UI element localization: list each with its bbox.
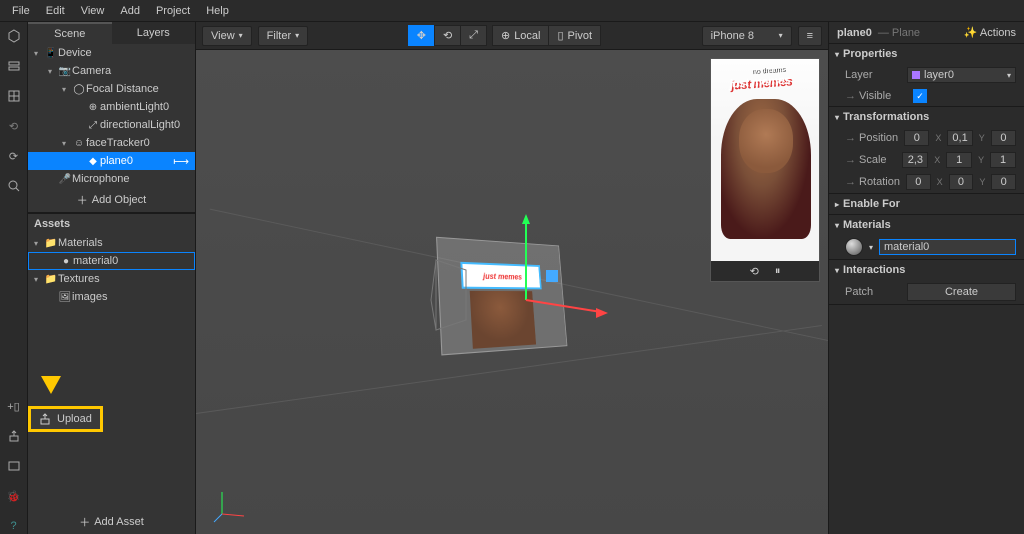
menubar: File Edit View Add Project Help [0,0,1024,22]
tree-row-ambientLight0[interactable]: ⊕ambientLight0 [28,98,195,116]
rotate-tool[interactable]: ⟲ [434,25,461,46]
inspector: plane0 — Plane ✨ Actions ▾Properties Lay… [828,22,1024,534]
viewport: View ▾ Filter ▾ ✥ ⟲ ⤢ ⊕ Local ▯ Pivot iP… [196,22,828,534]
tree-row-material0[interactable]: ●material0 [28,252,195,270]
tree-row-images[interactable]: 🖼images [28,288,195,306]
position-label: Position [859,132,898,144]
tab-layers[interactable]: Layers [112,22,196,44]
tutorial-arrow-icon [36,346,66,396]
cube-icon[interactable] [6,28,22,44]
rotation-y[interactable]: 0 [949,174,974,190]
rotation-z[interactable]: 0 [991,174,1016,190]
preview-refresh-icon[interactable]: ⟲ [750,265,759,278]
menu-help[interactable]: Help [198,5,237,17]
layer-label: Layer [845,69,901,81]
assets-header: Assets [28,213,195,234]
rotation-x[interactable]: 0 [906,174,931,190]
tree-row-plane0[interactable]: ◆plane0⟼ [28,152,195,170]
menu-add[interactable]: Add [112,5,148,17]
device-selector[interactable]: iPhone 8 ▾ [702,26,792,46]
axis-indicator-icon [212,484,252,524]
layer-dropdown[interactable]: layer0▾ [907,67,1016,83]
position-z[interactable]: 0 [991,130,1016,146]
move-tool[interactable]: ✥ [408,25,435,46]
left-sidebar: Scene Layers ▾📱Device▾📷Camera▾◯Focal Dis… [28,22,196,534]
refresh-icon[interactable]: ⟳ [6,148,22,164]
properties-header[interactable]: Properties [843,48,897,60]
menu-file[interactable]: File [4,5,38,17]
scene-tree: ▾📱Device▾📷Camera▾◯Focal Distance⊕ambient… [28,44,195,188]
visible-label: Visible [859,90,907,102]
tree-row-Materials[interactable]: ▾📁Materials [28,234,195,252]
viewport-menu[interactable]: ≡ [798,26,822,46]
transform-gizmo[interactable] [496,200,616,340]
material-sphere-icon [845,238,863,256]
phone-preview: no dreams just memes ⟲ ⏸ [710,58,820,282]
menu-view[interactable]: View [73,5,113,17]
preview-pause-icon[interactable]: ⏸ [775,265,781,278]
inspector-object-type: — Plane [878,27,920,39]
tree-row-Device[interactable]: ▾📱Device [28,44,195,62]
position-y[interactable]: 0,1 [947,130,972,146]
scale-z[interactable]: 1 [990,152,1016,168]
scale-label: Scale [859,154,896,166]
tree-row-Microphone[interactable]: 🎤Microphone [28,170,195,188]
upload-icon[interactable] [6,428,22,444]
add-object-button[interactable]: ＋ Add Object [28,188,195,212]
enable-for-header[interactable]: Enable For [843,198,900,210]
local-toggle[interactable]: ⊕ Local [492,25,550,46]
viewport-canvas[interactable]: just memes [196,50,828,534]
viewport-toolbar: View ▾ Filter ▾ ✥ ⟲ ⤢ ⊕ Local ▯ Pivot iP… [196,22,828,50]
camera-icon[interactable]: ⟲ [6,118,22,134]
menu-edit[interactable]: Edit [38,5,73,17]
pivot-toggle[interactable]: ▯ Pivot [548,25,601,46]
layers-icon[interactable] [6,58,22,74]
tool-rail: ⟲ ⟳ +▯ 🐞 ? [0,22,28,534]
add-asset-button[interactable]: ＋ Add Asset [28,510,195,534]
tree-row-directionalLight0[interactable]: ⤢directionalLight0 [28,116,195,134]
upload-button[interactable]: Upload [28,406,103,432]
view-dropdown[interactable]: View ▾ [202,26,252,46]
preview-image: no dreams just memes [711,59,819,261]
material-dropdown[interactable]: material0 [879,239,1016,255]
scale-tool[interactable]: ⤢ [460,25,487,46]
rotation-label: Rotation [859,176,900,188]
transformations-header[interactable]: Transformations [843,111,929,123]
materials-header[interactable]: Materials [843,219,891,231]
interactions-header[interactable]: Interactions [843,264,905,276]
patch-label: Patch [845,286,901,298]
position-x[interactable]: 0 [904,130,929,146]
library-icon[interactable] [6,458,22,474]
create-patch-button[interactable]: Create [907,283,1016,301]
menu-project[interactable]: Project [148,5,198,17]
camera-frustum-icon [426,250,486,350]
bug-icon[interactable]: 🐞 [6,488,22,504]
tree-row-Camera[interactable]: ▾📷Camera [28,62,195,80]
scale-y[interactable]: 1 [946,152,972,168]
help-icon[interactable]: ? [6,518,22,534]
assets-tree: ▾📁Materials●material0▾📁Textures🖼images [28,234,195,306]
visible-checkbox[interactable]: ✓ [913,89,927,103]
tree-row-Textures[interactable]: ▾📁Textures [28,270,195,288]
actions-button[interactable]: ✨ Actions [964,26,1016,39]
inspector-object-name: plane0 [837,27,872,39]
tree-row-Focal Distance[interactable]: ▾◯Focal Distance [28,80,195,98]
scale-x[interactable]: 2,3 [902,152,928,168]
device-icon[interactable]: +▯ [6,398,22,414]
tree-row-faceTracker0[interactable]: ▾☺faceTracker0 [28,134,195,152]
search-icon[interactable] [6,178,22,194]
upload-label: Upload [57,413,92,425]
filter-dropdown[interactable]: Filter ▾ [258,26,308,46]
tab-scene[interactable]: Scene [28,22,112,44]
grid-icon[interactable] [6,88,22,104]
